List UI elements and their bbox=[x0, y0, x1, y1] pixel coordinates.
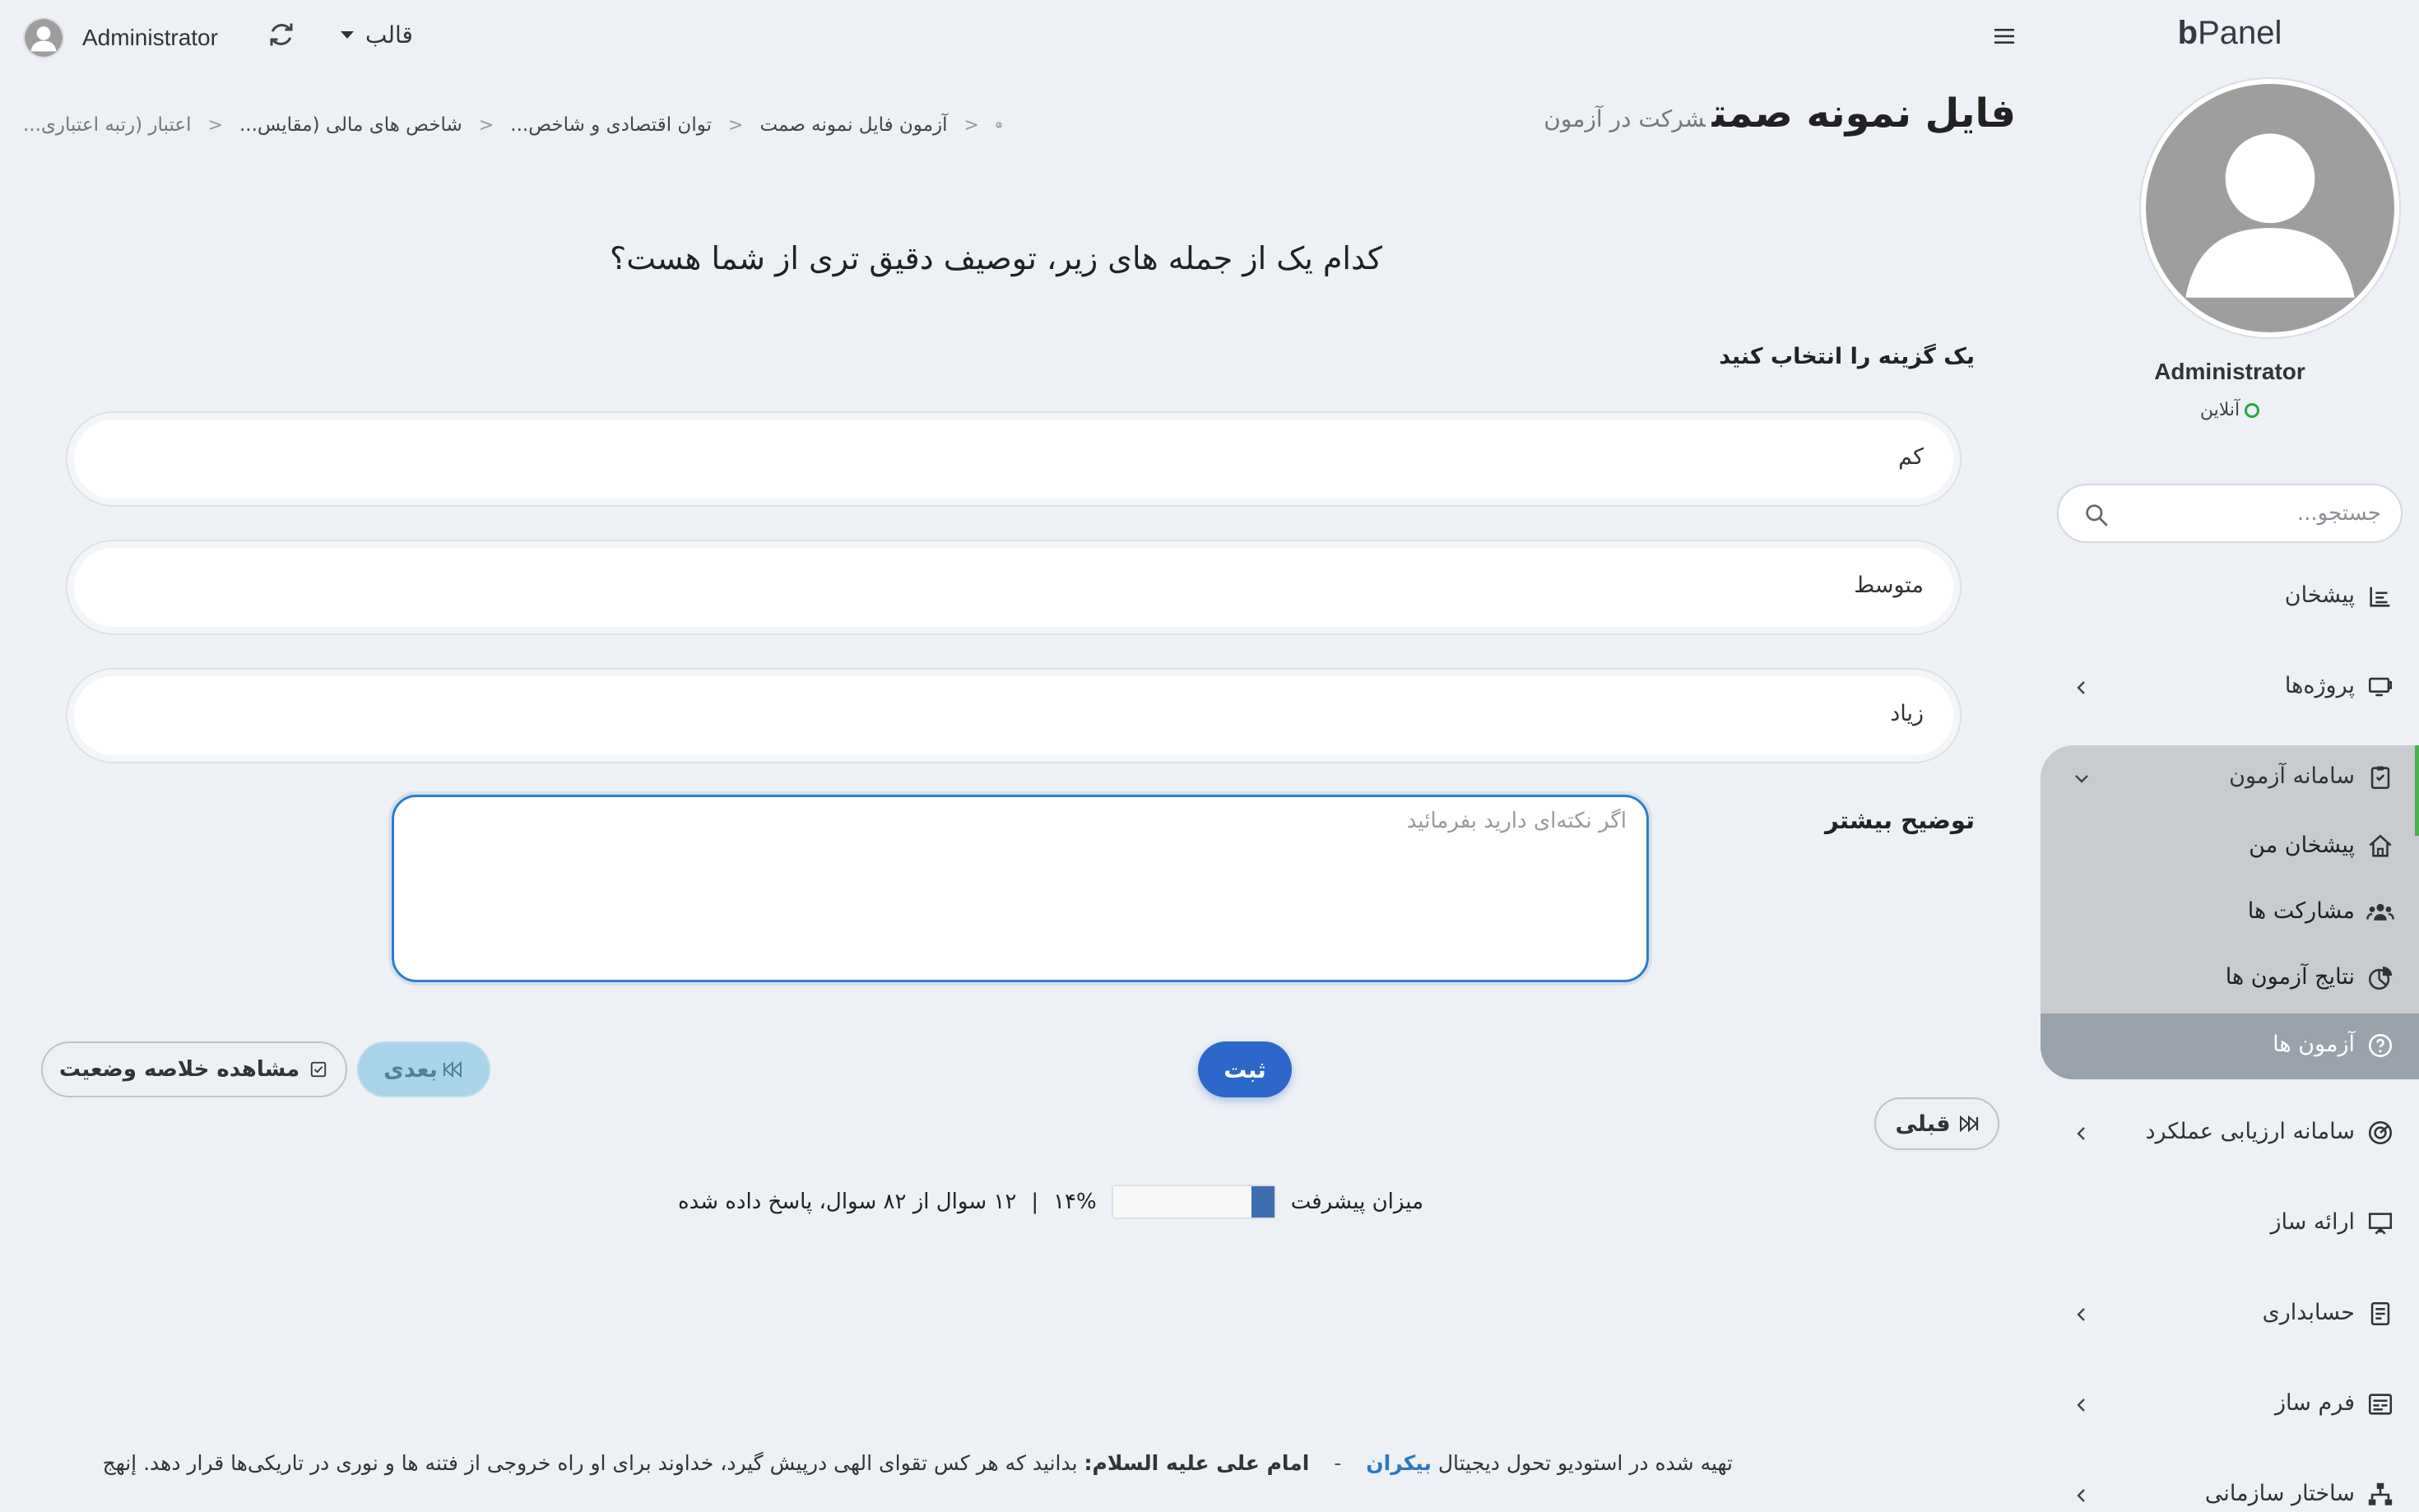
progress-separator: | bbox=[1031, 1190, 1039, 1214]
choose-option-label: یک گزینه را انتخاب کنید bbox=[1719, 344, 1975, 369]
more-description-label: توضیح بیشتر bbox=[1824, 806, 1975, 834]
progress-bar bbox=[1111, 1185, 1276, 1219]
sidebar-item-org-structure[interactable]: ساختار سازمانی bbox=[2041, 1463, 2419, 1512]
online-dot-icon bbox=[2245, 403, 2260, 418]
previous-button-label: قبلی bbox=[1895, 1111, 1951, 1137]
user-avatar bbox=[2141, 79, 2399, 337]
answer-option-label: متوسط bbox=[1854, 573, 1924, 598]
chevron-left-icon bbox=[2077, 681, 2085, 694]
search-icon[interactable] bbox=[2083, 502, 2110, 528]
next-button[interactable]: بعدی bbox=[357, 1041, 490, 1097]
breadcrumb: < آزمون فایل نمونه صمت < توان اقتصادی و … bbox=[23, 114, 1002, 137]
footer-quote: بدانید که هر کس تقوای الهی درپیش گیرد، خ… bbox=[102, 1451, 1078, 1475]
answer-option[interactable]: زیاد bbox=[66, 668, 1962, 763]
chevron-down-icon bbox=[2075, 775, 2088, 783]
topbar-avatar bbox=[23, 17, 64, 58]
app-root: bPanel Administrator آنلاین جستجو... پیش… bbox=[0, 0, 2419, 1512]
brand-logo[interactable]: bPanel bbox=[2041, 15, 2419, 52]
view-summary-button[interactable]: مشاهده خلاصه وضعیت bbox=[41, 1041, 347, 1097]
sidebar-search bbox=[2057, 484, 2403, 543]
sidebar-item-form-builder[interactable]: فرم ساز bbox=[2041, 1372, 2419, 1438]
question-text: کدام یک از جمله های زیر، توصیف دقیق تری … bbox=[610, 240, 1382, 276]
more-description-textarea[interactable] bbox=[392, 795, 1649, 982]
page-title: فایل نمونه صمتشرکت در آزمون bbox=[1544, 90, 2016, 137]
gauge-icon bbox=[2368, 1120, 2393, 1145]
caret-down-icon bbox=[341, 31, 354, 39]
view-summary-label: مشاهده خلاصه وضعیت bbox=[58, 1057, 300, 1082]
page-subtitle: شرکت در آزمون bbox=[1544, 105, 1706, 132]
progress-percent: ۱۴% bbox=[1053, 1190, 1097, 1214]
footer: تهیه شده در استودیو تحول دیجیتال بیکران … bbox=[30, 1451, 1733, 1489]
chevron-left-icon bbox=[2077, 1398, 2085, 1412]
footer-separator: - bbox=[1334, 1451, 1342, 1475]
search-input[interactable] bbox=[2134, 485, 2381, 541]
projects-icon bbox=[2368, 677, 2393, 697]
presentation-icon bbox=[2368, 1213, 2393, 1235]
sidebar-item-performance[interactable]: سامانه ارزیابی عملکرد bbox=[2041, 1101, 2419, 1166]
answer-option[interactable]: متوسط bbox=[66, 540, 1962, 635]
sidebar-item-exam-system[interactable]: سامانه آزمون bbox=[2041, 745, 2419, 811]
previous-button[interactable]: قبلی bbox=[1874, 1097, 1999, 1150]
sidebar-item-accounting[interactable]: حسابداری bbox=[2041, 1282, 2419, 1347]
org-chart-icon bbox=[2368, 1482, 2393, 1505]
chevron-left-icon bbox=[2077, 1127, 2085, 1140]
breadcrumb-item[interactable]: آزمون فایل نمونه صمت bbox=[759, 114, 947, 136]
submit-button[interactable]: ثبت bbox=[1198, 1041, 1292, 1097]
users-icon bbox=[2366, 903, 2394, 921]
chevron-left-icon bbox=[2077, 1308, 2085, 1321]
progress-bar-fill bbox=[1251, 1186, 1275, 1217]
footer-studio-link[interactable]: بیکران bbox=[1366, 1451, 1432, 1475]
sidebar-item-presentation[interactable]: ارائه ساز bbox=[2041, 1191, 2419, 1257]
dashboard-gauge-icon[interactable] bbox=[996, 114, 1002, 137]
user-status: آنلاین bbox=[2041, 400, 2419, 420]
user-avatar-icon bbox=[25, 19, 63, 57]
ledger-icon bbox=[2370, 1301, 2390, 1326]
user-avatar-icon bbox=[2146, 84, 2394, 332]
sidebar: bPanel Administrator آنلاین جستجو... پیش… bbox=[2041, 0, 2419, 1512]
next-button-label: بعدی bbox=[383, 1056, 438, 1083]
checkbox-icon bbox=[310, 1061, 327, 1078]
skip-forward-icon bbox=[443, 1060, 462, 1078]
breadcrumb-item[interactable]: شاخص های مالی (مقایس... bbox=[239, 114, 462, 136]
form-icon bbox=[2368, 1394, 2393, 1415]
clipboard-icon bbox=[2370, 766, 2390, 790]
sidebar-user-name: Administrator bbox=[2154, 359, 2305, 384]
sidebar-item-dashboard[interactable]: پیشخان bbox=[2041, 564, 2419, 630]
footer-quote-author: امام علی علیه السلام: bbox=[1084, 1451, 1310, 1475]
sidebar-item-exams[interactable]: آزمون ها bbox=[2041, 1013, 2419, 1079]
answer-option-label: زیاد bbox=[1890, 701, 1924, 726]
breadcrumb-separator: < bbox=[728, 114, 744, 136]
topbar-user-menu[interactable]: Administrator bbox=[23, 16, 218, 59]
breadcrumb-separator: < bbox=[207, 114, 223, 136]
sidebar-item-participations[interactable]: مشارکت ها bbox=[2041, 880, 2419, 946]
breadcrumb-item[interactable]: توان اقتصادی و شاخص... bbox=[510, 114, 712, 136]
template-dropdown[interactable]: قالب bbox=[341, 21, 413, 49]
progress-section: میزان پیشرفت ۱۴% | ۱۲ سوال از ۸۲ سوال، پ… bbox=[634, 1181, 1423, 1222]
sidebar-item-my-dashboard[interactable]: پیشخان من bbox=[2041, 814, 2419, 880]
breadcrumb-separator: < bbox=[963, 114, 979, 136]
answer-option-label: کم bbox=[1898, 444, 1924, 470]
template-label: قالب bbox=[365, 21, 413, 49]
skip-back-icon bbox=[1959, 1115, 1978, 1133]
topbar-user-name: Administrator bbox=[82, 25, 218, 50]
progress-label: میزان پیشرفت bbox=[1290, 1190, 1423, 1214]
pie-chart-icon bbox=[2368, 966, 2393, 990]
progress-answered-count: ۱۲ سوال از ۸۲ سوال، پاسخ داده شده bbox=[677, 1190, 1017, 1214]
breadcrumb-current: اعتبار (رتبه اعتباری... bbox=[23, 114, 192, 136]
dashboard-icon bbox=[2370, 587, 2390, 607]
sidebar-item-projects[interactable]: پروژه‌ها bbox=[2041, 655, 2419, 721]
footer-credit: تهیه شده در استودیو تحول دیجیتال bbox=[1437, 1451, 1733, 1475]
sidebar-item-exam-results[interactable]: نتایج آزمون ها bbox=[2041, 946, 2419, 1012]
breadcrumb-separator: < bbox=[478, 114, 494, 136]
refresh-icon[interactable] bbox=[267, 20, 296, 49]
hamburger-menu-icon[interactable] bbox=[1993, 26, 2016, 46]
home-icon bbox=[2369, 834, 2392, 857]
question-icon bbox=[2368, 1033, 2393, 1058]
answer-option[interactable]: کم bbox=[66, 411, 1962, 507]
chevron-left-icon bbox=[2077, 1489, 2085, 1502]
